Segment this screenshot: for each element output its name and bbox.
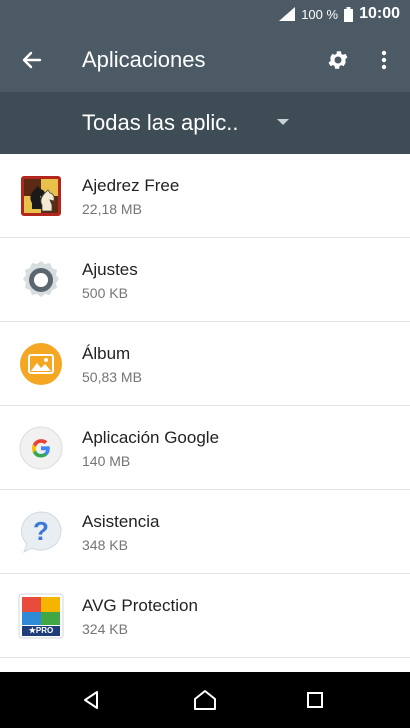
app-name: Álbum (82, 344, 131, 363)
nav-home-icon (194, 690, 216, 710)
app-size: 324 KB (82, 621, 128, 637)
google-icon (18, 425, 64, 471)
settings-app-icon (18, 257, 64, 303)
app-name: Ajustes (82, 260, 138, 279)
nav-recents-icon (307, 692, 323, 708)
arrow-left-icon (22, 51, 42, 69)
more-options-button[interactable] (370, 44, 398, 76)
clock: 10:00 (359, 5, 400, 22)
album-icon (18, 341, 64, 387)
app-bar: Aplicaciones (0, 28, 410, 92)
app-size: 140 MB (82, 453, 131, 469)
status-bar: 100 % 10:00 (0, 0, 410, 28)
app-name: Aplicación Google (82, 428, 220, 447)
list-item[interactable]: ★PRO AVG Protection 324 KB (0, 574, 410, 658)
nav-recents-button[interactable] (299, 684, 331, 716)
help-icon: ? (18, 509, 64, 555)
settings-button[interactable] (322, 44, 354, 76)
back-button[interactable] (16, 44, 48, 76)
list-item[interactable]: Ajustes 500 KB (0, 238, 410, 322)
app-size: 348 KB (82, 537, 128, 553)
more-vert-icon (381, 50, 387, 70)
gear-icon (328, 51, 348, 69)
pro-badge: ★PRO (28, 626, 54, 635)
nav-back-button[interactable] (75, 684, 107, 716)
signal-icon (279, 7, 296, 21)
app-list: Ajedrez Free 22,18 MB Ajustes 500 KB Álb… (0, 154, 410, 658)
page-title: Aplicaciones (82, 47, 206, 72)
app-size: 22,18 MB (82, 201, 142, 217)
app-name: Ajedrez Free (82, 176, 180, 195)
status-icons: 100 % 10:00 (279, 0, 400, 28)
app-name: AVG Protection (82, 596, 198, 615)
list-item[interactable]: Álbum 50,83 MB (0, 322, 410, 406)
app-size: 500 KB (82, 285, 128, 301)
svg-text:?: ? (33, 516, 49, 546)
chess-icon (18, 173, 64, 219)
navigation-bar (0, 672, 410, 728)
list-item[interactable]: Aplicación Google 140 MB (0, 406, 410, 490)
app-name: Asistencia (82, 512, 160, 531)
battery-icon (344, 6, 354, 22)
dropdown-caret-icon[interactable] (277, 119, 289, 125)
avg-icon: ★PRO (18, 593, 64, 639)
list-item[interactable]: Ajedrez Free 22,18 MB (0, 154, 410, 238)
app-filter-dropdown[interactable]: Todas las aplic.. (82, 92, 239, 154)
nav-home-button[interactable] (189, 684, 221, 716)
nav-back-icon (84, 691, 98, 709)
battery-percent: 100 % (301, 6, 339, 22)
app-size: 50,83 MB (82, 369, 142, 385)
filter-selected-label: Todas las aplic.. (82, 110, 239, 135)
filter-bar: Todas las aplic.. (0, 92, 410, 154)
list-item[interactable]: ? Asistencia 348 KB (0, 490, 410, 574)
